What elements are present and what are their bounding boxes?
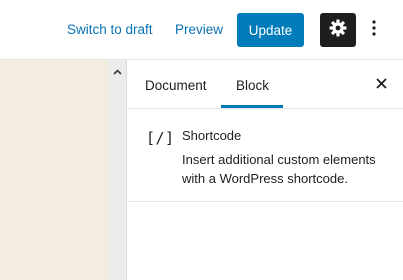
chevron-up-icon xyxy=(113,62,122,80)
block-card: [/] Shortcode Insert additional custom e… xyxy=(128,109,403,202)
block-description: Insert additional custom elements with a… xyxy=(182,152,376,186)
editor-scrollbar[interactable] xyxy=(108,60,127,280)
block-title: Shortcode xyxy=(182,128,242,143)
tab-block[interactable]: Block xyxy=(236,77,269,95)
editor-window: Switch to draft Preview Update Document … xyxy=(0,0,403,280)
settings-sidebar: Document Block [/] Shortcode Insert addi… xyxy=(128,60,403,280)
close-icon xyxy=(375,76,387,94)
sidebar-tabs: Document Block xyxy=(128,60,403,109)
vertical-ellipsis-icon xyxy=(372,19,376,41)
active-tab-indicator xyxy=(221,105,283,108)
preview-button[interactable]: Preview xyxy=(175,21,223,39)
editor-header-toolbar: Switch to draft Preview Update xyxy=(0,0,403,60)
close-sidebar-button[interactable] xyxy=(371,75,391,95)
tab-document[interactable]: Document xyxy=(145,77,207,95)
shortcode-icon: [/] xyxy=(146,129,175,147)
more-options-button[interactable] xyxy=(362,13,386,47)
editor-canvas[interactable] xyxy=(0,60,108,280)
update-button[interactable]: Update xyxy=(237,13,304,47)
settings-button[interactable] xyxy=(320,13,356,47)
gear-icon xyxy=(328,18,348,43)
scroll-up-button[interactable] xyxy=(108,64,127,78)
switch-to-draft-button[interactable]: Switch to draft xyxy=(67,21,153,39)
